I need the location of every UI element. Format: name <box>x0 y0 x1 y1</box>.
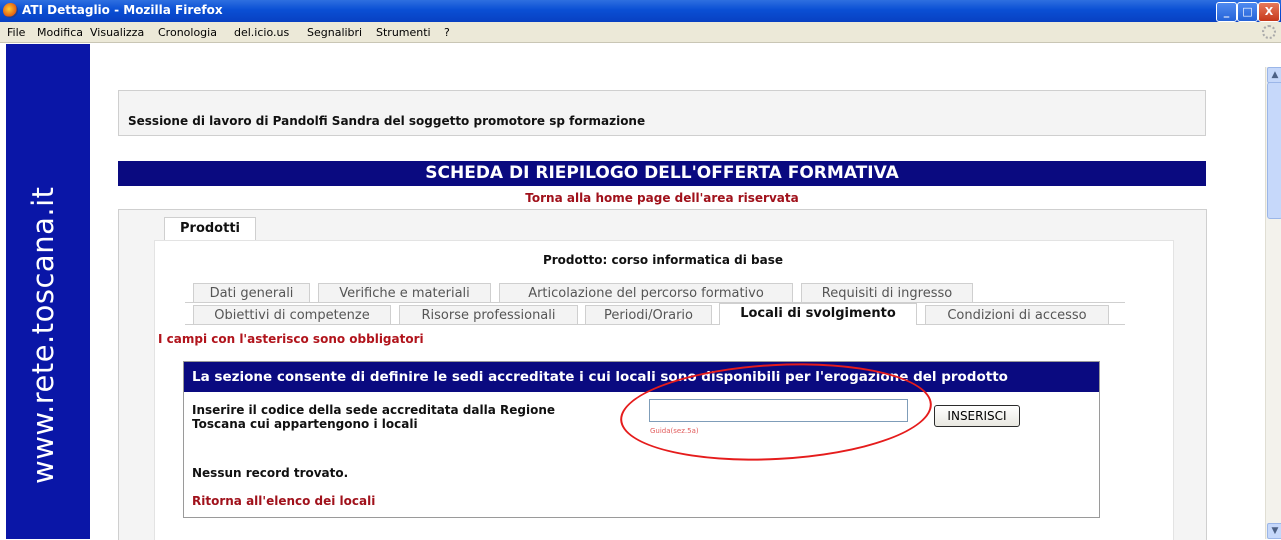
menu-file[interactable]: File <box>7 26 25 39</box>
window-title: ATI Dettaglio - Mozilla Firefox <box>22 3 223 17</box>
section-heading: La sezione consente di definire le sedi … <box>192 369 1008 385</box>
no-record-message: Nessun record trovato. <box>192 466 349 480</box>
product-title: Prodotto: corso informatica di base <box>542 253 784 267</box>
menu-segnalibri[interactable]: Segnalibri <box>307 26 362 39</box>
page-title: SCHEDA DI RIEPILOGO DELL'OFFERTA FORMATI… <box>425 163 899 183</box>
menu-cronologia[interactable]: Cronologia <box>158 26 217 39</box>
tab-condizioni-accesso[interactable]: Condizioni di accesso <box>925 305 1109 324</box>
tab-dati-generali[interactable]: Dati generali <box>193 283 310 302</box>
maximize-button[interactable]: □ <box>1237 2 1258 22</box>
menu-help[interactable]: ? <box>444 26 450 39</box>
insert-button[interactable]: INSERISCI <box>934 405 1020 427</box>
site-banner: www.rete.toscana.it <box>6 44 90 539</box>
home-link[interactable]: Torna alla home page dell'area riservata <box>118 191 1206 205</box>
scroll-up-arrow-icon[interactable]: ▲ <box>1267 67 1281 83</box>
tab-periodi-orario[interactable]: Periodi/Orario <box>585 305 712 324</box>
required-fields-note: I campi con l'asterisco sono obbligatori <box>158 332 424 346</box>
firefox-icon <box>3 3 18 18</box>
window-title-bar: ATI Dettaglio - Mozilla Firefox _ □ X <box>0 0 1281 22</box>
menu-modifica[interactable]: Modifica <box>37 26 83 39</box>
tab-obiettivi-competenze[interactable]: Obiettivi di competenze <box>193 305 391 324</box>
session-text: Sessione di lavoro di Pandolfi Sandra de… <box>128 114 646 128</box>
vertical-scrollbar[interactable]: ▲ ▼ <box>1265 67 1281 539</box>
throbber-icon <box>1262 25 1276 39</box>
tab-prodotti[interactable]: Prodotti <box>164 217 256 240</box>
close-button[interactable]: X <box>1258 2 1280 22</box>
sede-code-input[interactable] <box>649 399 908 422</box>
minimize-button[interactable]: _ <box>1216 2 1237 22</box>
menu-bar: File Modifica Visualizza Cronologia del.… <box>0 22 1281 43</box>
page-header: SCHEDA DI RIEPILOGO DELL'OFFERTA FORMATI… <box>118 161 1206 186</box>
sede-code-label: Inserire il codice della sede accreditat… <box>192 403 555 431</box>
banner-text: www.rete.toscana.it <box>26 186 60 484</box>
back-to-list-link[interactable]: Ritorna all'elenco dei locali <box>192 494 375 508</box>
tab-locali-svolgimento[interactable]: Locali di svolgimento <box>719 303 917 325</box>
scroll-down-arrow-icon[interactable]: ▼ <box>1267 523 1281 539</box>
scroll-thumb[interactable] <box>1267 82 1281 219</box>
tab-risorse-professionali[interactable]: Risorse professionali <box>399 305 578 324</box>
tab-verifiche-materiali[interactable]: Verifiche e materiali <box>318 283 491 302</box>
menu-delicious[interactable]: del.icio.us <box>234 26 289 39</box>
session-info-box: Sessione di lavoro di Pandolfi Sandra de… <box>118 90 1206 136</box>
tab-requisiti-ingresso[interactable]: Requisiti di ingresso <box>801 283 973 302</box>
section-heading-bar: La sezione consente di definire le sedi … <box>184 362 1099 392</box>
menu-visualizza[interactable]: Visualizza <box>90 26 144 39</box>
guida-link[interactable]: Guida(sez.5a) <box>650 427 699 435</box>
menu-strumenti[interactable]: Strumenti <box>376 26 431 39</box>
tab-articolazione[interactable]: Articolazione del percorso formativo <box>499 283 793 302</box>
